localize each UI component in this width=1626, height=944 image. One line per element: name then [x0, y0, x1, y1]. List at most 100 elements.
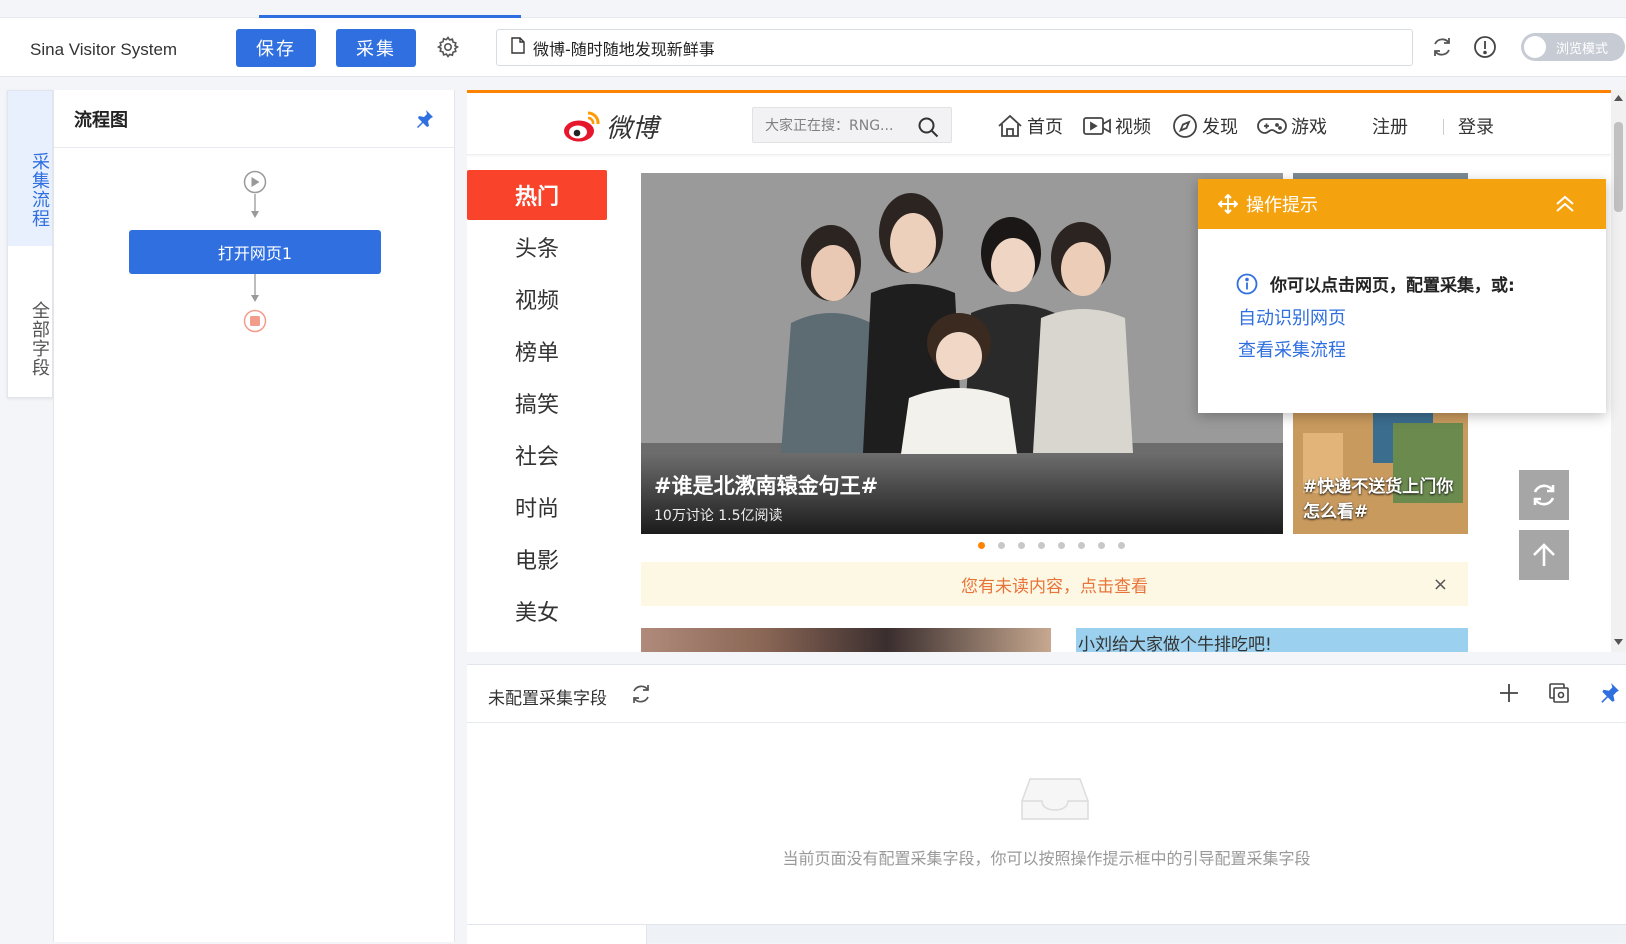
- add-icon[interactable]: [1498, 682, 1520, 708]
- hero-banner[interactable]: #谁是北漖南辕金句王# 10万讨论 1.5亿阅读: [641, 173, 1283, 534]
- hero-title[interactable]: #谁是北漖南辕金句王#: [654, 470, 878, 500]
- operation-tip-popover: 操作提示 你可以点击网页，配置采集，或: 自动识别网页 查看采集流程: [1198, 179, 1606, 413]
- refresh-icon: [1533, 484, 1555, 506]
- tip-title: 操作提示: [1246, 195, 1318, 216]
- scroll-up-arrow[interactable]: [1614, 94, 1623, 102]
- carousel-dot[interactable]: [1058, 542, 1065, 549]
- auto-detect-link[interactable]: 自动识别网页: [1238, 304, 1346, 330]
- category-item[interactable]: 头条: [467, 222, 607, 272]
- app-title: Sina Visitor System: [30, 40, 178, 59]
- weibo-logo-text: 微博: [606, 114, 659, 144]
- nav-register[interactable]: 注册: [1372, 113, 1408, 139]
- home-icon: [998, 114, 1022, 137]
- category-item[interactable]: 社会: [467, 430, 607, 480]
- view-flow-link[interactable]: 查看采集流程: [1238, 336, 1346, 362]
- viewport-scrollbar[interactable]: [1611, 90, 1626, 652]
- carousel-dot[interactable]: [1038, 542, 1045, 549]
- category-item[interactable]: 时尚: [467, 482, 607, 532]
- carousel-dot[interactable]: [978, 542, 985, 549]
- category-item[interactable]: 电影: [467, 534, 607, 584]
- info-icon: [1236, 273, 1258, 294]
- nav-games-label: 游戏: [1291, 117, 1327, 138]
- unread-notice[interactable]: 您有未读内容，点击查看 ×: [641, 562, 1468, 606]
- category-item[interactable]: 榜单: [467, 326, 607, 376]
- secondary-banner-caption: #快递不送货上门你怎么看#: [1303, 477, 1454, 522]
- gamepad-icon: [1257, 118, 1287, 134]
- move-icon[interactable]: [1218, 194, 1238, 214]
- carousel-dots: [978, 542, 1138, 549]
- back-to-top-button[interactable]: [1519, 530, 1569, 580]
- toolbar: Sina Visitor System 保存 采集 微博-随时随地发现新鲜事 浏…: [0, 18, 1626, 77]
- nav-login[interactable]: 登录: [1458, 113, 1494, 139]
- search-placeholder: 大家正在搜：RNG...: [765, 118, 894, 134]
- nav-discover-label: 发现: [1202, 117, 1238, 138]
- video-icon: [1083, 117, 1111, 135]
- compass-icon: [1173, 114, 1197, 138]
- category-item[interactable]: 视频: [467, 274, 607, 324]
- carousel-dot[interactable]: [1118, 542, 1125, 549]
- weibo-logo-icon: [564, 110, 600, 141]
- url-bar[interactable]: 微博-随时随地发现新鲜事: [496, 29, 1413, 66]
- tip-message-text: 你可以点击网页，配置采集，或:: [1270, 276, 1515, 296]
- top-tab-strip: [0, 0, 1626, 18]
- close-icon[interactable]: ×: [1433, 574, 1448, 595]
- tip-message: 你可以点击网页，配置采集，或:: [1236, 271, 1515, 296]
- scrollbar-thumb[interactable]: [1614, 122, 1623, 212]
- refresh-icon[interactable]: [630, 683, 652, 709]
- collect-button[interactable]: 采集: [336, 29, 416, 67]
- collapse-icon[interactable]: [1554, 193, 1584, 220]
- bottom-tab[interactable]: [467, 925, 647, 944]
- fields-panel-header: 未配置采集字段: [467, 665, 1626, 723]
- scroll-down-arrow[interactable]: [1614, 638, 1623, 646]
- gear-icon[interactable]: [434, 33, 462, 61]
- nav-video-label: 视频: [1115, 117, 1151, 138]
- weibo-search-input[interactable]: 大家正在搜：RNG...: [752, 107, 952, 143]
- feed-card[interactable]: 小刘给大家做个牛排吃吧!: [1076, 628, 1468, 652]
- nav-home[interactable]: 首页: [997, 113, 1063, 139]
- flow-node-open-page[interactable]: 打开网页1: [129, 230, 381, 274]
- unread-notice-text: 您有未读内容，点击查看: [961, 576, 1148, 597]
- nav-video[interactable]: 视频: [1083, 113, 1151, 139]
- carousel-dot[interactable]: [1018, 542, 1025, 549]
- url-text: 微博-随时随地发现新鲜事: [533, 39, 715, 59]
- nav-games[interactable]: 游戏: [1257, 113, 1327, 139]
- tip-header: 操作提示: [1198, 179, 1606, 229]
- weibo-logo[interactable]: 微博: [562, 108, 658, 145]
- carousel-dot[interactable]: [1078, 542, 1085, 549]
- fields-panel-title: 未配置采集字段: [488, 689, 607, 709]
- nav-separator: [1443, 119, 1444, 135]
- toggle-knob: [1524, 36, 1546, 58]
- reload-icon[interactable]: [1427, 32, 1457, 62]
- info-icon[interactable]: [1470, 32, 1500, 62]
- arrow-up-icon: [1533, 543, 1555, 566]
- category-item[interactable]: 搞笑: [467, 378, 607, 428]
- category-item[interactable]: 美女: [467, 586, 607, 636]
- document-icon: [511, 37, 525, 58]
- left-vertical-tabs: 采集流程 全部字段: [7, 90, 53, 398]
- nav-home-label: 首页: [1027, 117, 1063, 138]
- carousel-dot[interactable]: [998, 542, 1005, 549]
- empty-inbox-icon: [1021, 778, 1089, 820]
- flow-panel-title: 流程图: [74, 109, 128, 131]
- save-button[interactable]: 保存: [236, 29, 316, 67]
- search-icon[interactable]: [917, 116, 939, 142]
- feed-card-text: 小刘给大家做个牛排吃吧!: [1078, 635, 1272, 652]
- nav-discover[interactable]: 发现: [1172, 113, 1238, 139]
- weibo-header: 微博 大家正在搜：RNG... 首页 视频 发现 游戏 注册 登录: [467, 93, 1611, 155]
- refresh-feed-button[interactable]: [1519, 470, 1569, 520]
- pin-icon[interactable]: [414, 109, 434, 134]
- browse-mode-label: 浏览模式: [1556, 41, 1609, 57]
- feed-thumbnail[interactable]: [641, 628, 1051, 652]
- carousel-dot[interactable]: [1098, 542, 1105, 549]
- empty-fields-message: 当前页面没有配置采集字段，你可以按照操作提示框中的引导配置采集字段: [782, 849, 1311, 868]
- hero-meta: 10万讨论 1.5亿阅读: [654, 508, 783, 524]
- pin-icon[interactable]: [1598, 682, 1620, 708]
- tab-all-fields[interactable]: 全部字段: [8, 246, 52, 396]
- layout-settings-icon[interactable]: [1548, 682, 1570, 708]
- category-item[interactable]: 热门: [467, 170, 607, 220]
- browse-mode-toggle[interactable]: 浏览模式: [1521, 33, 1625, 61]
- flow-panel: 流程图 打开网页1: [53, 90, 455, 942]
- tab-collect-flow[interactable]: 采集流程: [8, 91, 52, 246]
- flow-panel-header: 流程图: [54, 90, 454, 148]
- fields-panel: 未配置采集字段 当前页面没有配置采集字段，你可以按照操作提示框中的引导配置采集字…: [467, 664, 1626, 944]
